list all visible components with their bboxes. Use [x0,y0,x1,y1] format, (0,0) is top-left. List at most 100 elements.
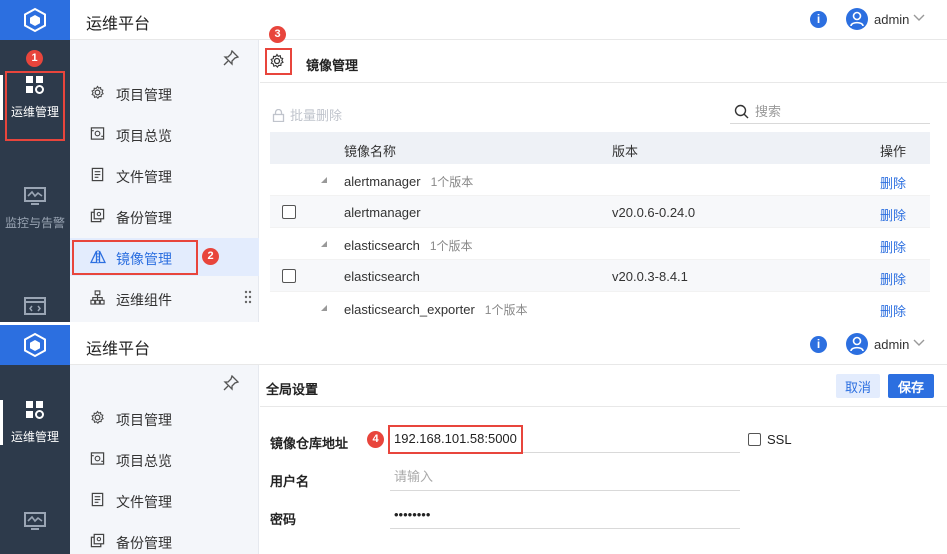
delete-link[interactable]: 删除 [880,205,906,224]
registry-address-input[interactable] [390,425,740,453]
password-input[interactable] [390,501,740,529]
rail-item-ops[interactable]: 运维管理 [0,75,70,120]
gear-icon [91,85,104,100]
menu-item-project-management[interactable]: 项目管理 [70,399,259,437]
app-logo[interactable] [0,325,70,365]
username[interactable]: admin [874,12,909,27]
menu-item-label: 项目总览 [116,128,172,144]
menu-item-project-overview[interactable]: 项目总览 [70,115,259,153]
top-header: 运维平台 i admin [70,325,947,365]
image-management-content: 镜像管理 批量删除 镜像名称 版本 操作 alertmanager1个版本 删除 [260,40,947,322]
image-management-screen: 运维管理 监控与告警 运维平台 i admin 项目管理 项目总览 文件管理 备… [0,0,947,322]
menu-item-label: 备份管理 [116,535,172,551]
backup-icon [90,533,105,548]
menu-item-label: 文件管理 [116,169,172,185]
cube-logo-icon [24,332,46,358]
rail-item-code[interactable] [0,296,70,322]
collapse-arrow-icon[interactable] [321,177,327,183]
username[interactable]: admin [874,337,909,352]
column-header-version: 版本 [612,144,639,159]
menu-item-ops-components[interactable]: 运维组件 [70,279,259,317]
image-group-name: alertmanager 1个版本 [344,174,474,189]
chevron-down-icon[interactable] [913,339,925,347]
ssl-label: SSL [767,432,792,447]
cube-logo-icon [24,7,46,33]
table-row: elasticsearch_exporter 1个版本 删除 [270,292,930,322]
rail-item-label: 运维管理 [10,105,59,119]
rail-item-monitor[interactable]: 监控与告警 [0,186,70,231]
pin-icon[interactable] [223,50,239,66]
avatar[interactable] [846,333,868,355]
pin-icon[interactable] [223,375,239,391]
info-icon[interactable]: i [810,11,827,28]
column-header-name: 镜像名称 [344,144,397,159]
row-checkbox[interactable] [282,205,296,219]
cancel-button[interactable]: 取消 [836,374,880,398]
lock-icon [272,109,285,122]
delete-link[interactable]: 删除 [880,237,906,256]
drag-handle-icon[interactable] [244,290,252,304]
file-icon [91,492,104,507]
delete-link[interactable]: 删除 [880,173,906,192]
settings-gear-icon[interactable] [269,53,285,69]
delete-link[interactable]: 删除 [880,269,906,288]
batch-delete-button[interactable]: 批量删除 [272,105,342,124]
menu-item-file-management[interactable]: 文件管理 [70,156,259,194]
ssl-checkbox[interactable]: SSL [748,432,792,447]
settings-header: 全局设置 取消 保存 [260,365,947,407]
table-toolbar: 批量删除 [260,98,947,126]
info-icon[interactable]: i [810,336,827,353]
app-logo[interactable] [0,0,70,40]
menu-item-label: 项目总览 [116,453,172,469]
search-input[interactable] [755,101,925,121]
user-icon [850,336,864,352]
menu-item-project-management[interactable]: 项目管理 [70,74,259,112]
menu-item-label: 备份管理 [116,210,172,226]
page-tab-bar: 镜像管理 [260,40,947,83]
table-row: elasticsearch v20.0.3-8.4.1 删除 [270,260,930,292]
menu-item-file-management[interactable]: 文件管理 [70,481,259,519]
rail-item-label: 监控与告警 [4,216,65,230]
ssl-checkbox-box[interactable] [748,433,761,446]
delete-link[interactable]: 删除 [880,301,906,320]
username-label: 用户名 [270,474,310,489]
menu-item-label: 项目管理 [116,412,172,428]
version-count: 1个版本 [430,175,474,189]
image-name: elasticsearch [344,269,420,284]
app-title: 运维平台 [86,341,151,358]
avatar[interactable] [846,8,868,30]
table-row: alertmanager 1个版本 删除 [270,164,930,196]
global-settings-content: 全局设置 取消 保存 镜像仓库地址 SSL 用户名 密码 [260,365,947,554]
save-button[interactable]: 保存 [888,374,934,398]
collapse-arrow-icon[interactable] [321,241,327,247]
overview-icon [90,452,105,465]
rail-item-monitor[interactable] [0,511,70,539]
monitor-icon [24,512,46,530]
image-table: 镜像名称 版本 操作 alertmanager 1个版本 删除 alertmana… [270,132,930,322]
row-checkbox[interactable] [282,269,296,283]
menu-item-project-overview[interactable]: 项目总览 [70,440,259,478]
ops-grid-icon [26,76,44,94]
active-indicator [0,400,3,445]
image-name: alertmanager [344,205,421,220]
mirror-icon [90,250,106,264]
registry-address-row: 镜像仓库地址 SSL [260,423,947,457]
app-title: 运维平台 [86,16,151,33]
username-input[interactable] [390,463,740,491]
page-title: 镜像管理 [306,58,359,73]
column-header-action: 操作 [880,144,907,159]
overview-icon [90,127,105,140]
collapse-arrow-icon[interactable] [321,305,327,311]
settings-title: 全局设置 [266,382,319,397]
backup-icon [90,208,105,223]
rail-item-ops[interactable]: 运维管理 [0,400,70,445]
step-badge-3: 3 [269,26,286,43]
chevron-down-icon[interactable] [913,14,925,22]
username-row: 用户名 [260,461,947,495]
menu-item-backup-management[interactable]: 备份管理 [70,197,259,235]
search-icon [734,104,749,119]
menu-item-image-management[interactable]: 镜像管理 [70,238,259,276]
nav-rail: 运维管理 [0,325,70,554]
secondary-menu: 项目管理 项目总览 文件管理 备份管理 [70,365,259,554]
menu-item-backup-management[interactable]: 备份管理 [70,522,259,554]
